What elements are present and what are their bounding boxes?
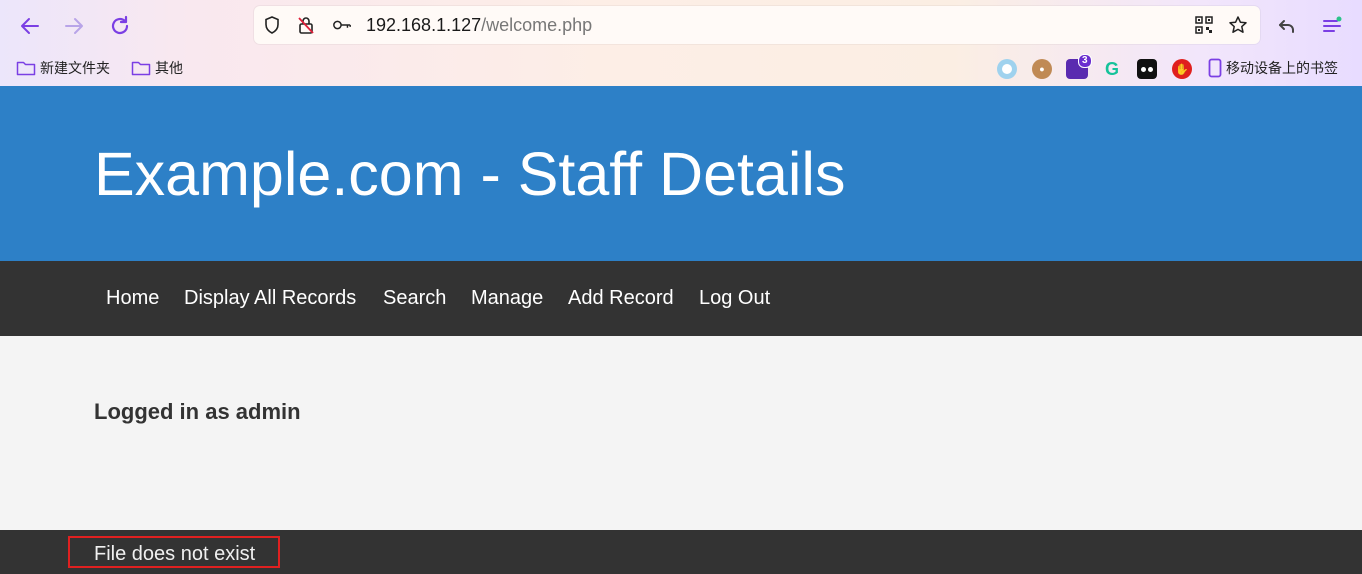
extension-circle-icon[interactable] (997, 59, 1017, 79)
browser-chrome: 192.168.1.127/welcome.php 新建文件夹 其他 ● 3 G… (0, 0, 1362, 86)
bookmark-folder-other[interactable]: 其他 (131, 58, 183, 78)
insecure-lock-icon[interactable] (296, 15, 316, 35)
bookmark-folder-new[interactable]: 新建文件夹 (16, 58, 110, 78)
footer-message: File does not exist (94, 543, 256, 565)
back-button[interactable] (14, 10, 46, 42)
arrow-left-icon (21, 18, 39, 34)
folder-icon (131, 61, 151, 76)
qr-code-icon[interactable] (1194, 15, 1214, 35)
nav-display-all-records[interactable]: Display All Records (184, 287, 356, 310)
reload-icon (111, 15, 129, 35)
menu-button[interactable] (1316, 10, 1348, 42)
nav-home[interactable]: Home (106, 287, 159, 310)
grammarly-icon[interactable]: G (1102, 59, 1122, 79)
site-header: Example.com - Staff Details (0, 86, 1362, 261)
logged-in-heading: Logged in as admin (94, 399, 301, 424)
address-bar[interactable]: 192.168.1.127/welcome.php (254, 6, 1260, 44)
shield-icon[interactable] (262, 15, 282, 35)
undo-button[interactable] (1271, 10, 1303, 42)
mobile-bookmarks-label: 移动设备上的书签 (1226, 61, 1338, 77)
nav-add-record[interactable]: Add Record (568, 287, 674, 310)
url-host: 192.168.1.127 (366, 15, 482, 35)
site-nav: Home Display All Records Search Manage A… (0, 261, 1362, 336)
undo-icon (1279, 20, 1294, 33)
reload-button[interactable] (104, 10, 136, 42)
nav-search[interactable]: Search (383, 287, 446, 310)
tampermonkey-icon[interactable] (1137, 59, 1157, 79)
folder-icon (16, 61, 36, 76)
cookie-extension-icon[interactable]: ● (1032, 59, 1052, 79)
bookmark-label: 其他 (155, 61, 183, 77)
mobile-device-icon (1208, 58, 1222, 78)
arrow-right-icon (65, 18, 83, 34)
menu-icon (1323, 16, 1342, 32)
adblock-icon[interactable]: ✋ (1172, 59, 1192, 79)
url-path: /welcome.php (481, 15, 593, 35)
bookmarks-bar: 新建文件夹 其他 ● 3 G ✋ 移动设备上的书签 (0, 52, 1362, 84)
forward-button[interactable] (58, 10, 90, 42)
nav-manage[interactable]: Manage (471, 287, 543, 310)
site-footer: File does not exist (0, 530, 1362, 574)
extension-badge: 3 (1078, 54, 1092, 68)
key-icon[interactable] (332, 15, 352, 35)
star-icon[interactable] (1228, 15, 1248, 35)
nav-log-out[interactable]: Log Out (699, 287, 770, 310)
url-text[interactable]: 192.168.1.127/welcome.php (366, 15, 592, 36)
main-content: Logged in as admin (0, 336, 1362, 530)
badge-extension-icon[interactable]: 3 (1066, 54, 1092, 79)
bookmark-label: 新建文件夹 (40, 61, 110, 77)
mobile-bookmarks[interactable]: 移动设备上的书签 (1208, 58, 1338, 78)
site-title: Example.com - Staff Details (94, 140, 846, 208)
